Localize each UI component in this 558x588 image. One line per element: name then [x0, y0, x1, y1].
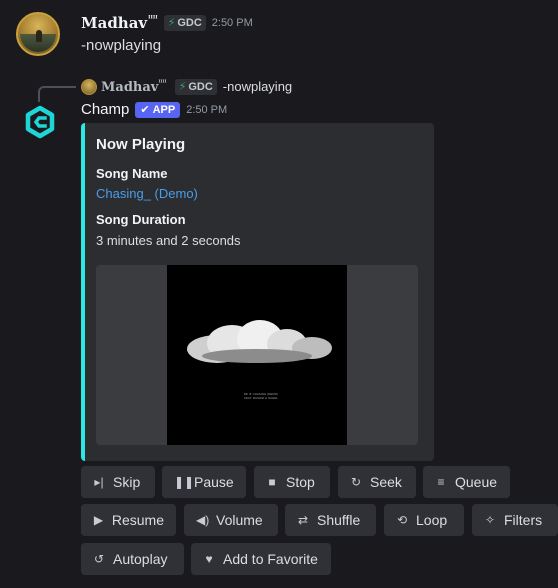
song-duration-label: Song Duration — [96, 212, 186, 227]
guild-tag[interactable]: ⚡ GDC — [163, 14, 206, 31]
filters-button[interactable]: ✧ Filters — [472, 504, 558, 536]
skip-button[interactable]: ▸| Skip — [81, 466, 155, 498]
bot-name[interactable]: Champ — [81, 101, 129, 118]
skip-icon: ▸| — [94, 475, 104, 489]
seek-icon: ↻ — [350, 475, 362, 489]
loop-button[interactable]: ⟲ Loop — [384, 504, 464, 536]
message-header: Madhavᴵᴵᴵᴵ ⚡ GDC 2:50 PM — [81, 13, 253, 32]
queue-button[interactable]: ≡ Queue — [423, 466, 510, 498]
message-content: -nowplaying — [81, 37, 162, 54]
heart-icon: ♥ — [205, 552, 213, 566]
song-duration-value: 3 minutes and 2 seconds — [96, 233, 241, 248]
bot-avatar[interactable] — [22, 104, 58, 140]
loop-icon: ⟲ — [396, 513, 408, 527]
reply-connector — [38, 86, 76, 102]
verified-check-icon: ✔ — [140, 104, 150, 116]
shuffle-icon: ⇄ — [297, 513, 309, 527]
app-badge: ✔ APP — [135, 101, 181, 118]
reply-avatar — [81, 78, 97, 95]
user-avatar[interactable] — [16, 12, 60, 56]
seek-button[interactable]: ↻ Seek — [338, 466, 416, 498]
wand-icon: ✧ — [484, 513, 496, 527]
bolt-icon: ⚡ — [178, 81, 187, 93]
bot-timestamp: 2:50 PM — [186, 103, 228, 116]
reply-guild-tag: ⚡ GDC — [174, 78, 217, 95]
bolt-icon: ⚡ — [167, 17, 176, 29]
pause-icon: ❚❚ — [174, 475, 195, 489]
song-name-link[interactable]: Chasing_ (Demo) — [96, 186, 198, 201]
stop-button[interactable]: ■ Stop — [254, 466, 330, 498]
album-art-image[interactable]: MF ★ CHASING (DEMO) FEAT. RASHID & NAHEL — [96, 265, 418, 445]
embed-title: Now Playing — [96, 136, 186, 153]
volume-icon: ◀) — [196, 513, 210, 527]
reply-content[interactable]: -nowplaying — [223, 79, 292, 94]
album-cover: MF ★ CHASING (DEMO) FEAT. RASHID & NAHEL — [167, 265, 347, 445]
timestamp: 2:50 PM — [211, 16, 253, 29]
volume-button[interactable]: ◀) Volume — [184, 504, 278, 536]
bot-header: Champ ✔ APP 2:50 PM — [81, 101, 227, 118]
song-name-label: Song Name — [96, 166, 168, 181]
pause-button[interactable]: ❚❚ Pause — [162, 466, 246, 498]
play-icon: ▶ — [93, 513, 104, 527]
shuffle-button[interactable]: ⇄ Shuffle — [285, 504, 376, 536]
username[interactable]: Madhavᴵᴵᴵᴵ — [81, 13, 158, 32]
stop-icon: ■ — [268, 475, 276, 489]
reply-username[interactable]: Madhavᴵᴵᴵᴵ — [101, 78, 167, 95]
add-to-favorite-button[interactable]: ♥ Add to Favorite — [191, 543, 331, 575]
resume-button[interactable]: ▶ Resume — [81, 504, 176, 536]
champ-logo-icon — [25, 105, 55, 139]
album-caption: MF ★ CHASING (DEMO) FEAT. RASHID & NAHEL — [243, 392, 279, 400]
autoplay-icon: ↺ — [93, 552, 105, 566]
queue-icon: ≡ — [437, 475, 445, 489]
reply-reference[interactable]: Madhavᴵᴵᴵᴵ ⚡ GDC -nowplaying — [81, 78, 292, 95]
autoplay-button[interactable]: ↺ Autoplay — [81, 543, 184, 575]
